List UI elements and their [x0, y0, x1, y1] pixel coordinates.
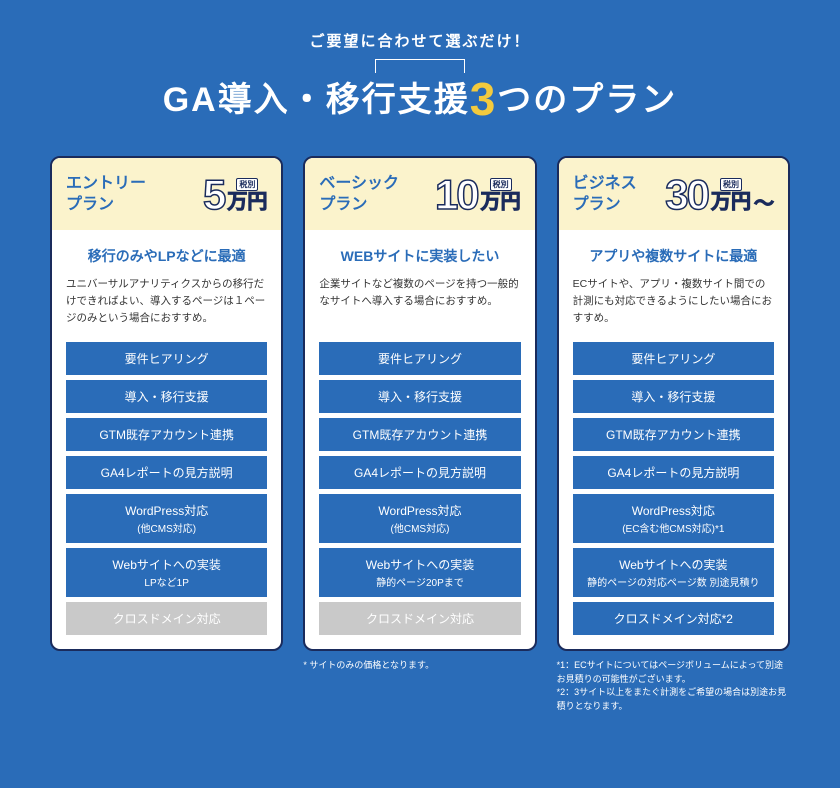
price-suffix: 〜 [754, 194, 774, 214]
feature-item: GTM既存アカウント連携 [573, 418, 774, 451]
page-title: GA導入・移行支援3つのプラン [50, 72, 790, 126]
feature-item: 導入・移行支援 [66, 380, 267, 413]
plan-heading: 移行のみやLPなどに最適 [66, 246, 267, 266]
feature-label: 要件ヒアリング [125, 352, 209, 366]
feature-item: 要件ヒアリング [66, 342, 267, 375]
feature-label: クロスドメイン対応*2 [614, 612, 733, 626]
price-block: 5税別万円 [203, 174, 267, 216]
feature-label: GA4レポートの見方説明 [607, 466, 739, 480]
feature-item: クロスドメイン対応 [66, 602, 267, 635]
feature-item: GTM既存アカウント連携 [319, 418, 520, 451]
plan-header: エントリー プラン5税別万円 [52, 158, 281, 230]
price-unit: 万円 [711, 192, 751, 212]
feature-item: WordPress対応 (他CMS対応) [66, 494, 267, 543]
features-list: 要件ヒアリング導入・移行支援 GTM既存アカウント連携 GA4レポートの見方説明 Wo… [319, 342, 520, 635]
plan-name: ベーシック プラン [319, 174, 399, 216]
feature-sublabel: (EC含む他CMS対応)*1 [577, 520, 770, 535]
plan-description: ECサイトや、アプリ・複数サイト間での計測にも対応できるようにしたい場合におすす… [573, 276, 774, 328]
feature-item: WordPress対応 (他CMS対応) [319, 494, 520, 543]
feature-item: GA4レポートの見方説明 [573, 456, 774, 489]
feature-label: WordPress対応 [378, 504, 461, 518]
feature-item: GA4レポートの見方説明 [66, 456, 267, 489]
plan-name: ビジネス プラン [573, 174, 637, 216]
plan-body: アプリや複数サイトに最適 ECサイトや、アプリ・複数サイト間での計測にも対応できる… [559, 230, 788, 649]
feature-item: GTM既存アカウント連携 [66, 418, 267, 451]
plan-card: ビジネス プラン30税別万円〜アプリや複数サイトに最適ECサイトや、アプリ・複数… [557, 156, 790, 651]
feature-sublabel: LPなど1P [70, 574, 263, 589]
feature-item: クロスドメイン対応 [319, 602, 520, 635]
price-unit-wrap: 税別万円 [711, 178, 751, 212]
feature-item: GA4レポートの見方説明 [319, 456, 520, 489]
page-header: ご要望に合わせて選ぶだけ！ GA導入・移行支援3つのプラン [50, 30, 790, 126]
price-unit-wrap: 税別万円 [481, 178, 521, 212]
feature-label: WordPress対応 [632, 504, 715, 518]
title-prefix: GA導入・移行支援 [163, 81, 470, 119]
feature-label: Webサイトへの実装 [366, 558, 474, 572]
plan-header: ビジネス プラン30税別万円〜 [559, 158, 788, 230]
feature-label: GTM既存アカウント連携 [99, 428, 234, 442]
feature-label: GTM既存アカウント連携 [353, 428, 488, 442]
feature-label: 導入・移行支援 [378, 390, 462, 404]
feature-item: Webサイトへの実装静的ページ20Pまで [319, 548, 520, 597]
plan-card: エントリー プラン5税別万円移行のみやLPなどに最適ユニバーサルアナリティクスか… [50, 156, 283, 651]
feature-label: 導入・移行支援 [125, 390, 209, 404]
feature-item: 導入・移行支援 [573, 380, 774, 413]
plan-name: エントリー プラン [66, 174, 146, 216]
feature-item: 要件ヒアリング [319, 342, 520, 375]
feature-sublabel: 静的ページの対応ページ数 別途見積り [577, 574, 770, 589]
price-number: 30 [665, 174, 708, 216]
plan-body: WEBサイトに実装したい企業サイトなど複数のページを持つ一般的なサイトへ導入する… [305, 230, 534, 649]
price-unit-wrap: 税別万円 [227, 178, 267, 212]
footnotes-row: * サイトのみの価格となります。 *1：ECサイトについてはページボリュームによっ… [50, 651, 790, 713]
features-list: 要件ヒアリング導入・移行支援 GTM既存アカウント連携 GA4レポートの見方説明 Wo… [573, 342, 774, 635]
tax-badge: 税別 [720, 178, 742, 191]
plans-row: エントリー プラン5税別万円移行のみやLPなどに最適ユニバーサルアナリティクスか… [50, 156, 790, 651]
features-list: 要件ヒアリング導入・移行支援 GTM既存アカウント連携 GA4レポートの見方説明 Wo… [66, 342, 267, 635]
price-block: 10税別万円 [435, 174, 521, 216]
plan-card: ベーシック プラン10税別万円WEBサイトに実装したい企業サイトなど複数のページ… [303, 156, 536, 651]
feature-label: GA4レポートの見方説明 [354, 466, 486, 480]
plan-footnote: *1：ECサイトについてはページボリュームによって別途お見積りの可能性がございま… [557, 659, 790, 713]
feature-item: クロスドメイン対応*2 [573, 602, 774, 635]
feature-label: 要件ヒアリング [631, 352, 715, 366]
plan-description: ユニバーサルアナリティクスからの移行だけできればよい、導入するページは１ページの… [66, 276, 267, 328]
feature-item: 要件ヒアリング [573, 342, 774, 375]
feature-item: Webサイトへの実装静的ページの対応ページ数 別途見積り [573, 548, 774, 597]
plan-footnote: * サイトのみの価格となります。 [303, 659, 536, 713]
plan-body: 移行のみやLPなどに最適ユニバーサルアナリティクスからの移行だけできればよい、導… [52, 230, 281, 649]
tax-badge: 税別 [490, 178, 512, 191]
feature-sublabel: (他CMS対応) [323, 520, 516, 535]
feature-label: Webサイトへの実装 [112, 558, 220, 572]
price-unit: 万円 [227, 192, 267, 212]
plan-heading: アプリや複数サイトに最適 [573, 246, 774, 266]
feature-item: Webサイトへの実装 LPなど1P [66, 548, 267, 597]
feature-label: Webサイトへの実装 [619, 558, 727, 572]
feature-item: WordPress対応 (EC含む他CMS対応)*1 [573, 494, 774, 543]
title-suffix: つのプラン [497, 81, 677, 119]
feature-label: GA4レポートの見方説明 [101, 466, 233, 480]
subtitle: ご要望に合わせて選ぶだけ！ [50, 30, 790, 51]
plan-heading: WEBサイトに実装したい [319, 246, 520, 266]
plan-description: 企業サイトなど複数のページを持つ一般的なサイトへ導入する場合におすすめ。 [319, 276, 520, 328]
plan-header: ベーシック プラン10税別万円 [305, 158, 534, 230]
tax-badge: 税別 [236, 178, 258, 191]
plan-footnote [50, 659, 283, 713]
price-number: 10 [435, 174, 478, 216]
price-number: 5 [203, 174, 224, 216]
feature-label: クロスドメイン対応 [366, 612, 474, 626]
feature-label: WordPress対応 [125, 504, 208, 518]
title-number: 3 [470, 73, 498, 125]
price-block: 30税別万円〜 [665, 174, 774, 216]
feature-item: 導入・移行支援 [319, 380, 520, 413]
price-unit: 万円 [481, 192, 521, 212]
feature-label: クロスドメイン対応 [113, 612, 221, 626]
feature-label: 要件ヒアリング [378, 352, 462, 366]
feature-label: 導入・移行支援 [631, 390, 715, 404]
feature-label: GTM既存アカウント連携 [606, 428, 741, 442]
feature-sublabel: (他CMS対応) [70, 520, 263, 535]
divider-icon [50, 59, 790, 60]
feature-sublabel: 静的ページ20Pまで [323, 574, 516, 589]
